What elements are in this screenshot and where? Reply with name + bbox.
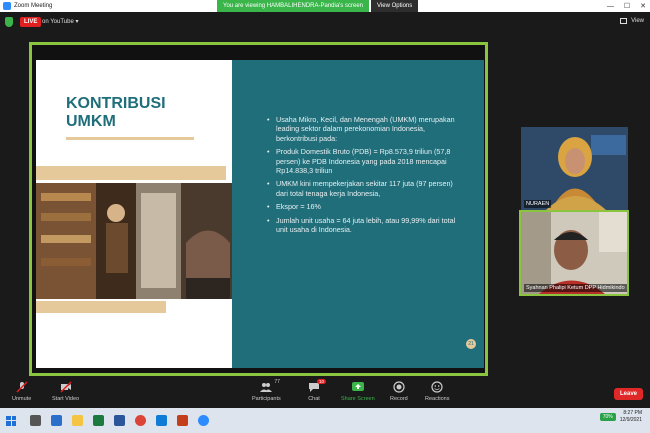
slide-heading: KONTRIBUSI UMKM [66, 95, 166, 130]
chrome-icon[interactable] [135, 415, 146, 426]
reactions-label: Reactions [425, 396, 450, 402]
viewing-screen-indicator: You are viewing HAMBALIHENDRA-Pandia's s… [217, 0, 369, 12]
stream-target-label: on YouTube [42, 19, 74, 25]
record-label: Record [390, 396, 408, 402]
chat-button[interactable]: 10 Chat [308, 379, 326, 402]
unmute-button[interactable]: Unmute [12, 381, 31, 402]
reactions-icon [431, 381, 443, 393]
participants-label: Participants [252, 396, 281, 402]
record-button[interactable]: Record [390, 381, 408, 402]
file-explorer-icon[interactable] [72, 415, 83, 426]
reactions-button[interactable]: Reactions [425, 381, 449, 402]
chat-badge: 10 [316, 379, 326, 384]
market-photo [36, 183, 232, 299]
share-status-bar: You are viewing HAMBALIHENDRA-Pandia's s… [217, 0, 419, 12]
start-video-label: Start Video [52, 396, 80, 402]
participant-video-tile-active[interactable]: Syahnan Phalipi Ketum DPP Hidmikindo [519, 210, 629, 296]
unmute-label: Unmute [12, 396, 32, 402]
zoom-taskbar-icon[interactable] [198, 415, 209, 426]
clock-date: 12/9/2021 [619, 417, 642, 423]
live-badge[interactable]: LIVE [20, 17, 42, 27]
bullet-item: Jumlah unit usaha = 64 juta lebih, atau … [267, 216, 457, 235]
participant-video-tile[interactable]: NURAEN [521, 127, 628, 210]
slide-page-number: 21 [466, 339, 476, 349]
chat-label: Chat [308, 396, 320, 402]
leave-button[interactable]: Leave [614, 388, 644, 400]
heading-underline [66, 137, 194, 140]
clock-time: 8:27 PM [623, 410, 642, 416]
os-taskbar [0, 408, 650, 433]
decor-band-bottom [36, 301, 166, 313]
shared-screen: KONTRIBUSI UMKM • Usaha Mikro, Kecil, da… [29, 42, 488, 376]
view-label: View [631, 18, 644, 24]
security-shield-icon[interactable] [5, 17, 13, 27]
grid-view-icon [620, 18, 628, 24]
powerpoint-icon[interactable] [177, 415, 188, 426]
window-title: Zoom Meeting [14, 3, 53, 9]
chevron-down-icon: ▾ [75, 19, 79, 25]
slide-bullet-list: Usaha Mikro, Kecil, dan Menengah (UMKM) … [267, 115, 457, 238]
search-icon[interactable] [30, 415, 41, 426]
record-icon [393, 381, 405, 393]
bullet-item: Ekspor = 16% [267, 202, 457, 212]
maximize-icon[interactable]: ☐ [624, 2, 630, 10]
view-button[interactable]: View [620, 18, 644, 24]
microphone-muted-icon [16, 381, 28, 393]
system-tray: 70% 8:27 PM 12/9/2021 [599, 410, 642, 424]
close-icon[interactable]: ✕ [640, 2, 646, 10]
clock[interactable]: 8:27 PM 12/9/2021 [620, 410, 642, 424]
participant-name: Syahnan Phalipi Ketum DPP Hidmikindo [524, 284, 627, 292]
meeting-topbar [0, 12, 650, 34]
share-screen-button[interactable]: Share Screen [341, 381, 375, 402]
participant-name: NURAEN [524, 200, 552, 208]
participants-icon: 77 [260, 379, 280, 393]
start-video-button[interactable]: Start Video [52, 381, 79, 402]
participants-count: 77 [274, 379, 280, 385]
stream-target-dropdown[interactable]: on YouTube ▾ [42, 18, 79, 25]
window-controls: — ☐ ✕ [607, 0, 646, 12]
windows-start-icon[interactable] [6, 415, 16, 426]
share-screen-icon [351, 382, 364, 391]
bullet-item: UMKM kini mempekerjakan sekitar 117 juta… [267, 179, 457, 198]
chat-icon: 10 [308, 379, 326, 393]
decor-band-top [36, 166, 226, 180]
edge-icon[interactable] [156, 415, 167, 426]
task-view-icon[interactable] [51, 415, 62, 426]
taskbar-apps [30, 415, 209, 426]
participants-button[interactable]: 77 Participants [252, 379, 281, 402]
bullet-item: Produk Domestik Bruto (PDB) = Rp8.573,9 … [267, 147, 457, 175]
battery-indicator[interactable]: 70% [599, 413, 616, 421]
excel-icon[interactable] [93, 415, 104, 426]
bullet-item: Usaha Mikro, Kecil, dan Menengah (UMKM) … [267, 115, 457, 143]
view-options-button[interactable]: View Options [371, 0, 419, 12]
minimize-icon[interactable]: — [607, 3, 614, 10]
zoom-app-icon [3, 2, 11, 10]
word-icon[interactable] [114, 415, 125, 426]
share-screen-label: Share Screen [341, 396, 375, 402]
presentation-slide: KONTRIBUSI UMKM • Usaha Mikro, Kecil, da… [36, 60, 484, 368]
camera-off-icon [60, 381, 72, 393]
